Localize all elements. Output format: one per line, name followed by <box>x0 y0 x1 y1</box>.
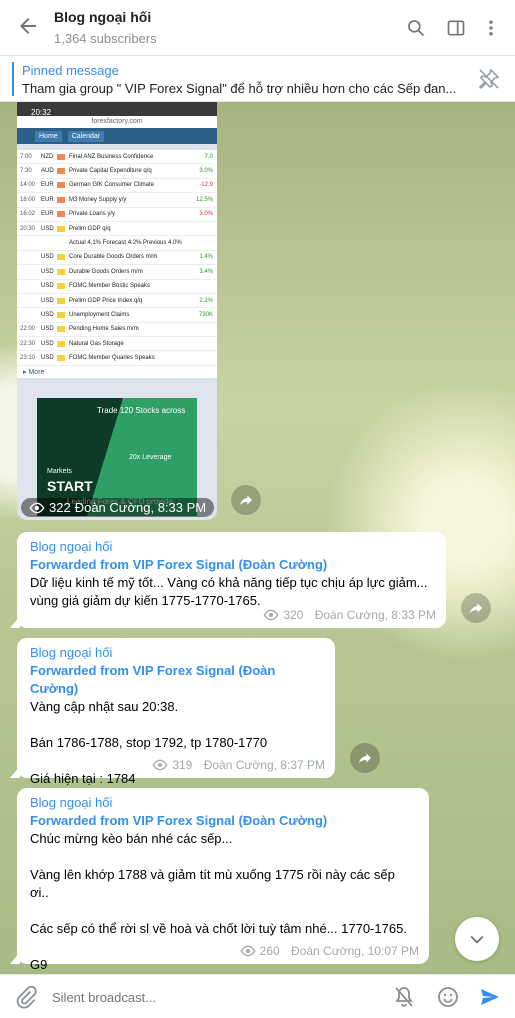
back-arrow-icon[interactable] <box>14 14 42 42</box>
forwarded-from[interactable]: Forwarded from VIP Forex Signal (Đoàn Cư… <box>30 812 417 830</box>
forward-icon[interactable] <box>350 743 380 773</box>
calendar-row: Actual 4.1% Forecast 4.2% Previous 4.0% <box>17 236 217 251</box>
subscriber-count: 1,364 subscribers <box>54 31 157 46</box>
sidebar-toggle-icon[interactable] <box>442 14 470 42</box>
attach-icon[interactable] <box>14 985 38 1009</box>
message-line: Vàng cập nhật sau 20:38. <box>30 699 179 714</box>
search-icon[interactable] <box>402 14 430 42</box>
calendar-row: 22:30 USD Natural Gas Storage <box>17 337 217 352</box>
calendar-row: USD Prelim GDP Price Index q/q 2.1% <box>17 294 217 309</box>
sender-name[interactable]: Blog ngoại hối <box>30 794 417 812</box>
message-bubble[interactable]: Blog ngoại hối Forwarded from VIP Forex … <box>17 638 335 786</box>
sender-name[interactable]: Blog ngoại hối <box>30 644 323 662</box>
photo-message[interactable]: 20:32 forexfactory.com Home Calendar 7:0… <box>17 102 217 520</box>
calendar-row: 7:30 AUD Private Capital Expenditure q/q 3.… <box>17 164 217 179</box>
message-line: Bán 1786-1788, stop 1792, tp 1780-1770 <box>30 735 268 750</box>
message-input[interactable] <box>52 985 372 1009</box>
forward-icon[interactable] <box>231 485 261 515</box>
pinned-label: Pinned message <box>22 63 119 78</box>
more-menu-icon[interactable] <box>477 14 505 42</box>
calendar-row: 16:00 EUR M3 Money Supply y/y 12.5% <box>17 193 217 208</box>
chevron-down-icon <box>470 935 484 944</box>
message-line: Dữ liệu kinh tế mỹ tốt... Vàng có khả nă… <box>30 575 428 590</box>
calendar-row: 7:00 NZD Final ANZ Business Confidence 7.0 <box>17 150 217 165</box>
calendar-row: USD FOMC Member Bostic Speaks <box>17 280 217 294</box>
sender-name[interactable]: Blog ngoại hối <box>30 538 434 556</box>
more-link: ▸ More <box>17 365 217 378</box>
unpin-icon[interactable] <box>477 67 501 91</box>
calendar-row: 23:10 USD FOMC Member Quarles Speaks <box>17 351 217 366</box>
silent-bell-icon[interactable] <box>392 985 416 1009</box>
calendar-row: 20:30 USD Prelim GDP q/q <box>17 222 217 237</box>
scroll-down-button[interactable] <box>455 917 499 961</box>
calendar-row: USD Unemployment Claims 730K <box>17 308 217 323</box>
calendar-row: 14:00 EUR German GfK Consumer Climate -12.9 <box>17 179 217 194</box>
channel-title[interactable]: Blog ngoại hối <box>54 9 151 25</box>
message-meta: 260 Đoàn Cường, 10:07 PM <box>240 942 419 960</box>
forwarded-from[interactable]: Forwarded from VIP Forex Signal (Đoàn Cư… <box>30 556 434 574</box>
views-icon <box>152 759 168 771</box>
forwarded-from[interactable]: Forwarded from VIP Forex Signal (Đoàn Cư… <box>30 662 323 698</box>
calendar-row: USD Durable Goods Orders m/m 3.4% <box>17 265 217 280</box>
calendar-row: 16:02 EUR Private Loans y/y 3.0% <box>17 208 217 222</box>
pinned-text: Tham gia group " VIP Forex Signal" để hỗ… <box>22 81 457 96</box>
views-icon <box>240 945 256 957</box>
message-line: Chúc mừng kèo bán nhé các sếp... <box>30 831 233 846</box>
message-line: Các sếp có thể rời sl về hoà và chốt lời… <box>30 921 407 936</box>
calendar-row: USD Core Durable Goods Orders m/m 1.4% <box>17 251 217 266</box>
chat-header: Blog ngoại hối 1,364 subscribers <box>0 0 515 56</box>
photo-meta: 322 Đoàn Cường, 8:33 PM <box>21 498 215 517</box>
screenshot-status-bar: 20:32 <box>17 102 217 117</box>
economic-calendar: 7:00 NZD Final ANZ Business Confidence 7.0 7… <box>17 150 217 366</box>
message-meta: 319 Đoàn Cường, 8:37 PM <box>152 756 325 774</box>
calendar-row: 22:00 USD Pending Home Sales m/m <box>17 323 217 338</box>
message-composer <box>0 974 515 1018</box>
views-icon <box>29 502 45 513</box>
send-icon[interactable] <box>478 985 502 1009</box>
message-bubble[interactable]: Blog ngoại hối Forwarded from VIP Forex … <box>17 788 429 972</box>
emoji-icon[interactable] <box>436 985 460 1009</box>
message-bubble[interactable]: Blog ngoại hối Forwarded from VIP Forex … <box>17 532 446 628</box>
views-icon <box>263 609 279 621</box>
pinned-message-bar[interactable]: Pinned message Tham gia group " VIP Fore… <box>0 56 515 102</box>
message-meta: 320 Đoàn Cường, 8:33 PM <box>263 606 436 624</box>
forward-icon[interactable] <box>461 593 491 623</box>
screenshot-nav: Home Calendar <box>17 128 217 144</box>
screenshot-url: forexfactory.com <box>17 116 217 128</box>
pinned-indicator <box>12 62 14 96</box>
message-line: Vàng lên khớp 1788 và giảm tít mù xuống … <box>30 867 395 900</box>
